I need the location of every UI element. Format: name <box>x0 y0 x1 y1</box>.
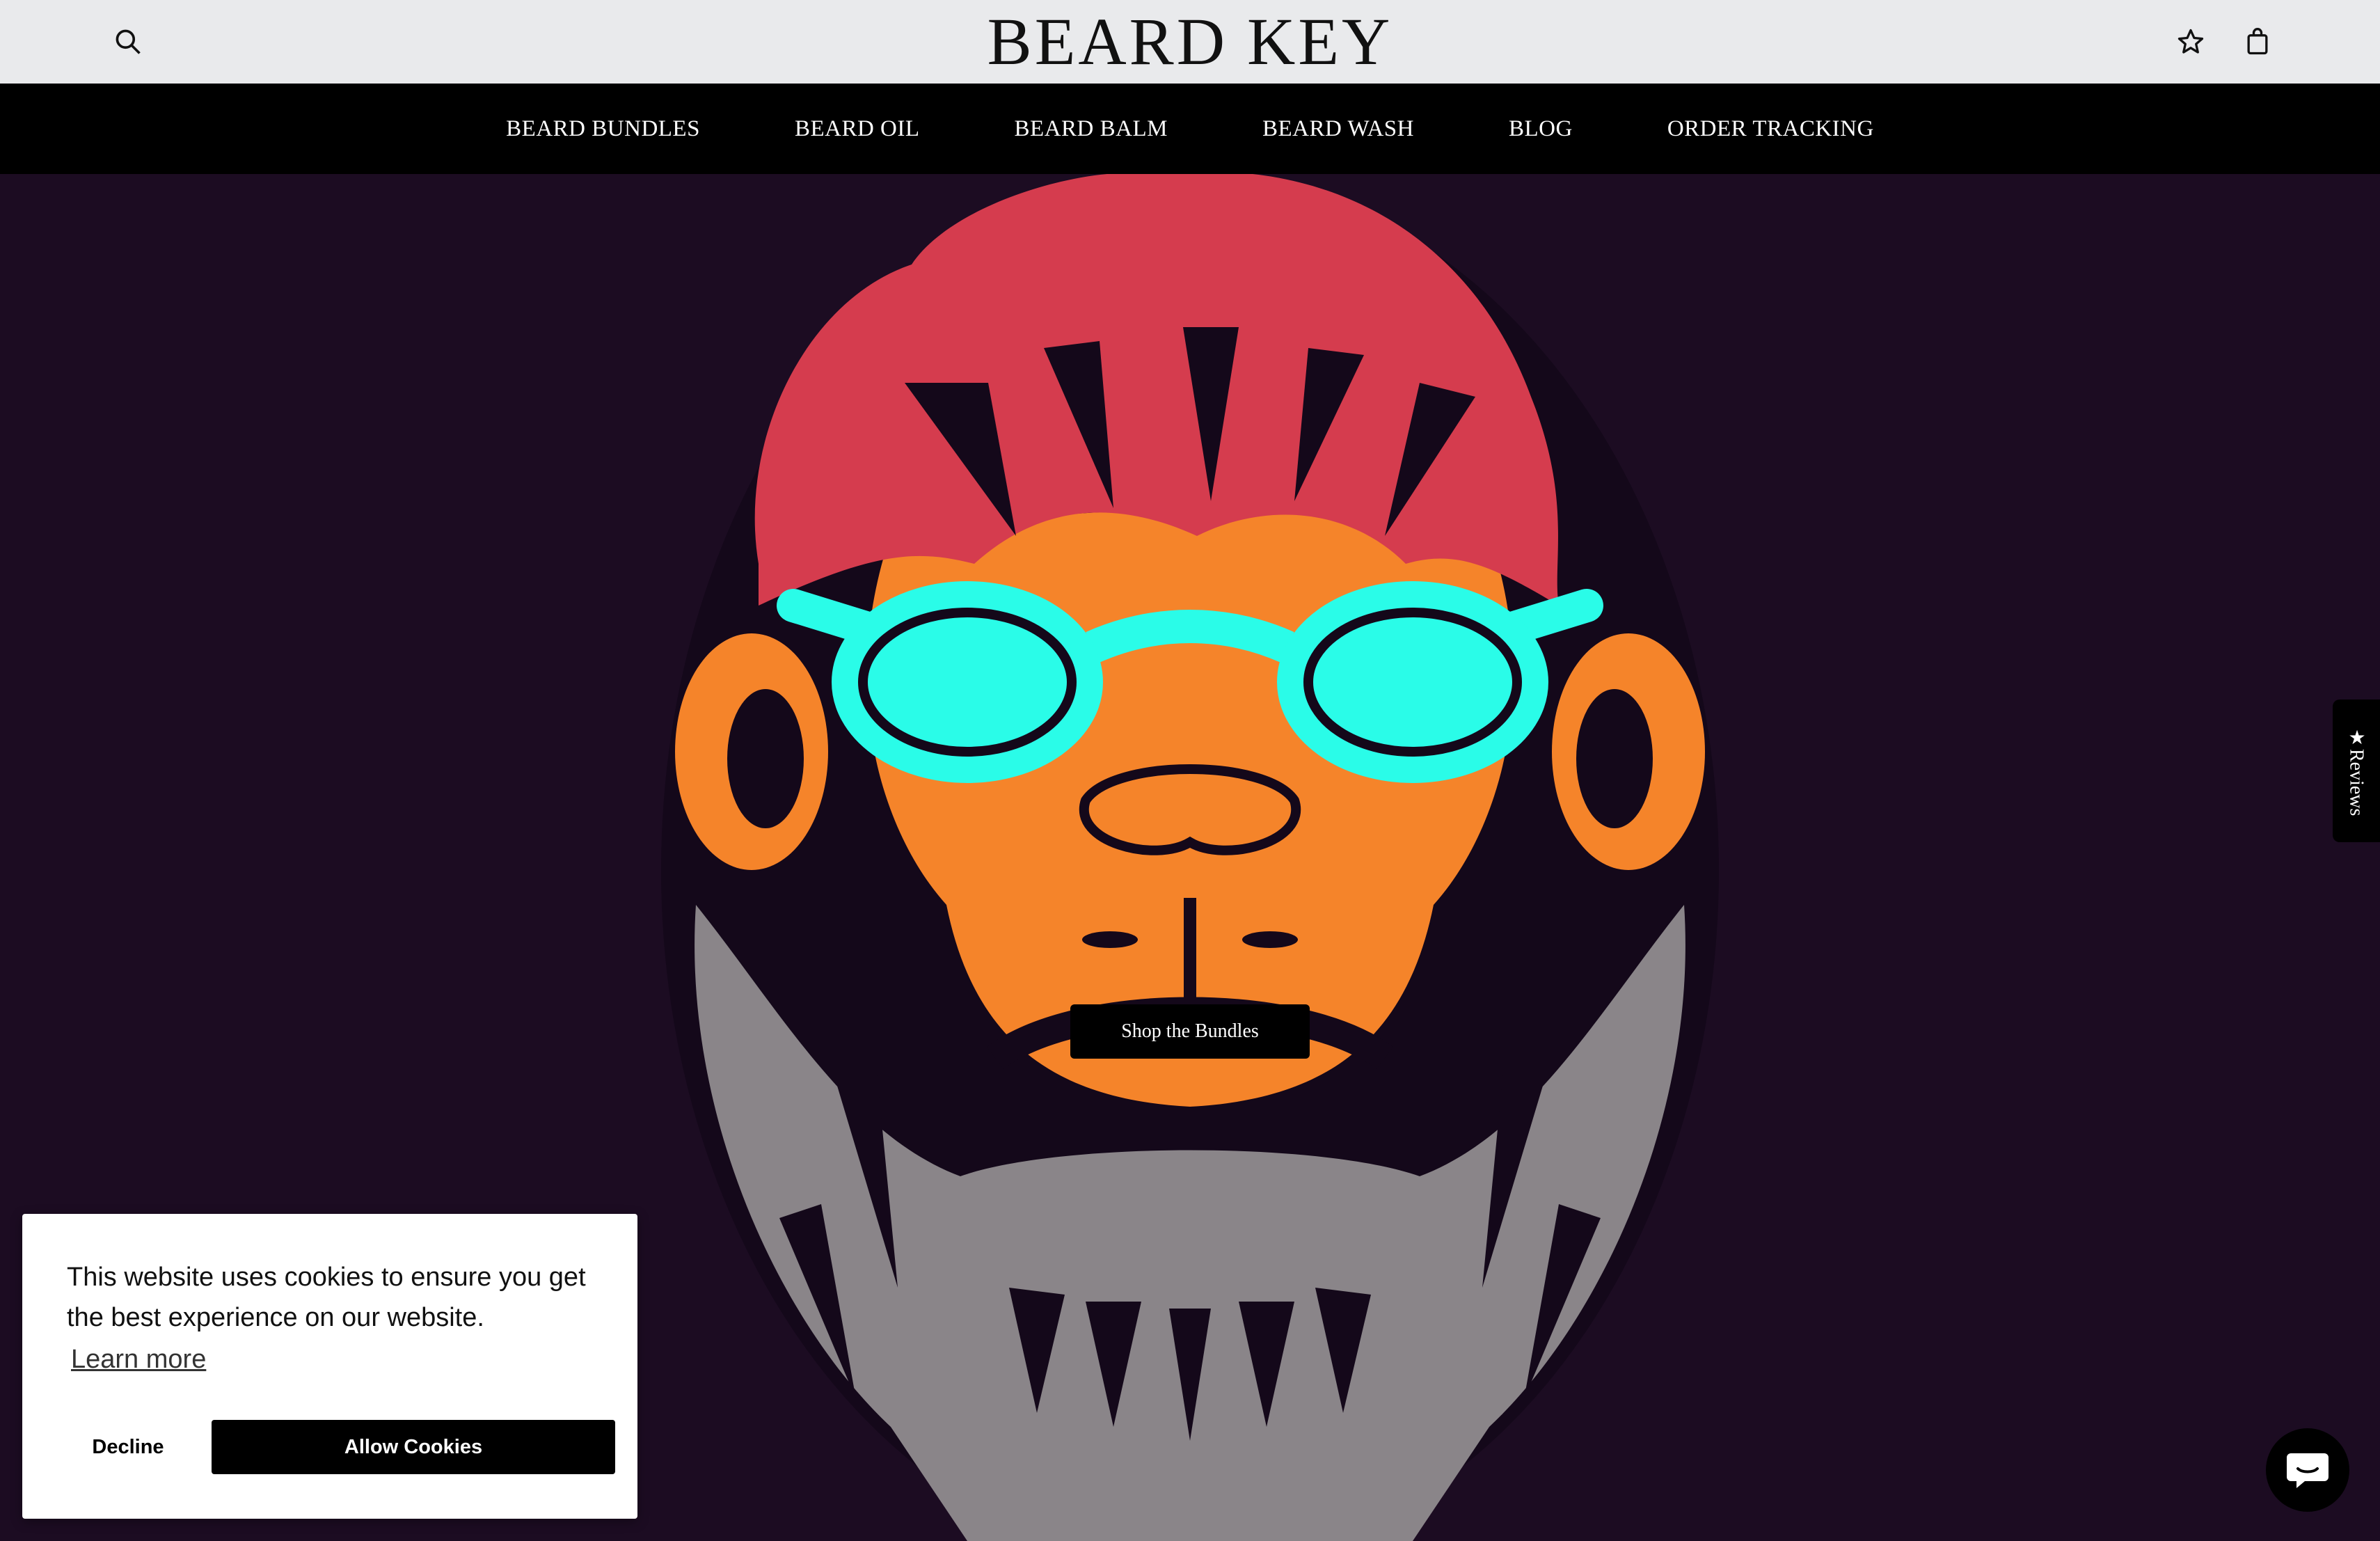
nav-blog[interactable]: BLOG <box>1509 116 1573 142</box>
nav-beard-bundles[interactable]: BEARD BUNDLES <box>506 116 700 142</box>
cookie-message: This website uses cookies to ensure you … <box>67 1263 586 1332</box>
reviews-tab-label: ★Reviews <box>2345 725 2367 816</box>
nav-beard-oil[interactable]: BEARD OIL <box>795 116 920 142</box>
shopping-bag-icon <box>2247 28 2268 55</box>
nav-beard-wash[interactable]: BEARD WASH <box>1262 116 1414 142</box>
cookie-banner: This website uses cookies to ensure you … <box>22 1214 637 1519</box>
cookie-allow-button[interactable]: Allow Cookies <box>212 1420 615 1474</box>
chat-bubble-icon <box>2287 1453 2329 1488</box>
brand-logo[interactable]: BEARD KEY <box>0 4 2380 79</box>
cart-button[interactable] <box>2237 21 2278 63</box>
star-outline-icon <box>2177 29 2204 54</box>
nav-order-tracking[interactable]: ORDER TRACKING <box>1667 116 1874 142</box>
cookie-decline-button[interactable]: Decline <box>60 1420 196 1474</box>
wishlist-button[interactable] <box>2170 21 2212 63</box>
reviews-tab[interactable]: ★Reviews <box>2333 700 2380 842</box>
nav-beard-balm[interactable]: BEARD BALM <box>1015 116 1168 142</box>
top-header: BEARD KEY <box>0 0 2380 85</box>
cookie-learn-more-link[interactable]: Learn more <box>71 1345 206 1375</box>
shop-bundles-button[interactable]: Shop the Bundles <box>1070 1004 1310 1059</box>
chat-button[interactable] <box>2266 1428 2349 1512</box>
main-navigation: BEARD BUNDLES BEARD OIL BEARD BALM BEARD… <box>0 84 2380 174</box>
